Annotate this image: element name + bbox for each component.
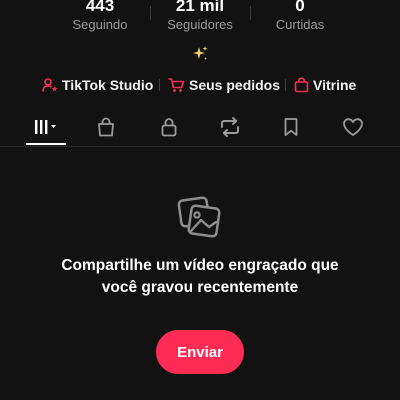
stat-following[interactable]: 443 Seguindo [45, 0, 155, 33]
sparkle-icon[interactable] [191, 45, 209, 63]
orders-label: Seus pedidos [189, 77, 281, 93]
profile-stats: 443 Seguindo 21 mil Seguidores 0 Curtida… [0, 0, 400, 36]
storefront-label: Vitrine [313, 77, 357, 93]
photo-stack-icon [177, 196, 221, 238]
storefront-link[interactable]: Vitrine [294, 74, 356, 96]
selected-tab-indicator [26, 143, 66, 145]
tab-private[interactable] [147, 112, 191, 142]
person-star-icon [42, 78, 58, 92]
stat-following-label: Seguindo [72, 17, 128, 32]
stat-followers[interactable]: 21 mil Seguidores [145, 0, 255, 33]
videos-grid-icon [35, 120, 56, 134]
stat-followers-label: Seguidores [167, 17, 233, 32]
shopping-bag-icon [294, 77, 309, 93]
orders-link[interactable]: Seus pedidos [168, 74, 280, 96]
profile-tabs [0, 112, 400, 146]
link-divider [159, 79, 160, 91]
cart-icon [168, 78, 185, 92]
tab-liked[interactable] [331, 112, 375, 142]
lock-icon [161, 118, 177, 137]
tab-videos[interactable] [24, 112, 68, 142]
stat-followers-value: 21 mil [175, 0, 225, 15]
heart-icon [343, 118, 363, 136]
link-divider [285, 79, 286, 91]
upload-button[interactable]: Enviar [156, 330, 244, 374]
stat-likes[interactable]: 0 Curtidas [245, 0, 355, 33]
chevron-down-icon [51, 125, 56, 128]
quick-links: TikTok Studio Seus pedidos Vitrine [0, 74, 400, 96]
tab-shop[interactable] [84, 112, 128, 142]
tiktok-studio-link[interactable]: TikTok Studio [42, 74, 153, 96]
shop-bag-icon [98, 117, 114, 137]
stat-following-value: 443 [85, 0, 115, 15]
bookmark-icon [284, 118, 298, 136]
tab-reposts[interactable] [208, 112, 252, 142]
tiktok-studio-label: TikTok Studio [62, 77, 154, 93]
repost-icon [221, 117, 239, 137]
tabs-divider [0, 146, 400, 147]
tab-favorites[interactable] [269, 112, 313, 142]
stat-likes-label: Curtidas [275, 17, 325, 32]
stat-likes-value: 0 [295, 0, 305, 15]
empty-state-message: Compartilhe um vídeo engraçado que você … [61, 257, 339, 296]
